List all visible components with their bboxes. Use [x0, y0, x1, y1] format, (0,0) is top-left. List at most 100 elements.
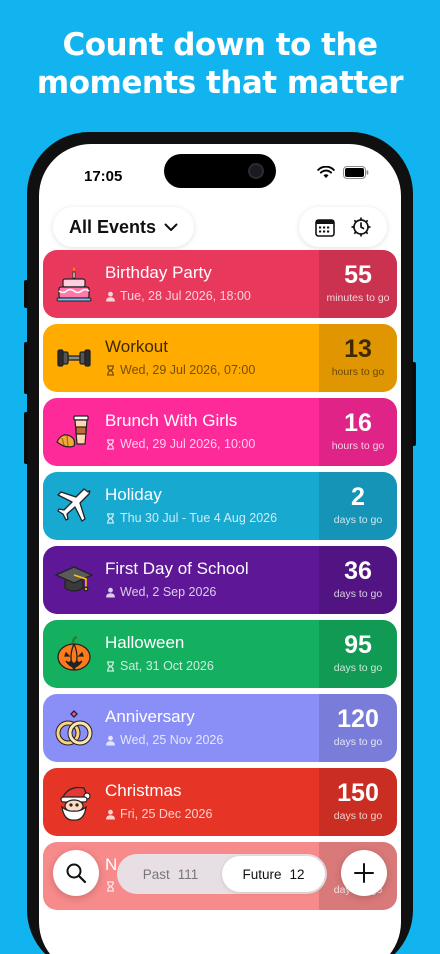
hourglass-icon — [105, 438, 116, 450]
search-icon — [66, 863, 87, 884]
marketing-headline: Count down to the moments that matter — [0, 26, 440, 102]
event-card-main: Holiday Thu 30 Jul - Tue 4 Aug 2026 — [43, 472, 319, 540]
airplane-icon — [53, 485, 95, 527]
event-card-main: Anniversary Wed, 25 Nov 2026 — [43, 694, 319, 762]
event-title: Holiday — [105, 485, 162, 504]
headline-line-1: Count down to the — [62, 27, 378, 63]
countdown-number: 36 — [344, 557, 372, 585]
countdown-unit: days to go — [333, 662, 383, 674]
countdown-panel: 120 days to go — [319, 694, 397, 762]
future-label: Future — [242, 866, 282, 882]
graduation-cap-icon — [53, 559, 95, 601]
countdown-panel: 150 days to go — [319, 768, 397, 836]
event-card[interactable]: Christmas Fri, 25 Dec 2026 150 days to go — [43, 768, 397, 836]
event-card[interactable]: Holiday Thu 30 Jul - Tue 4 Aug 2026 2 days … — [43, 472, 397, 540]
event-card[interactable]: Halloween Sat, 31 Oct 2026 95 days to go — [43, 620, 397, 688]
status-icons — [317, 166, 369, 179]
event-card[interactable]: Anniversary Wed, 25 Nov 2026 120 days to go — [43, 694, 397, 762]
cake-icon — [53, 263, 95, 305]
countdown-unit: minutes to go — [326, 292, 390, 304]
event-card[interactable]: Birthday Party Tue, 28 Jul 2026, 18:00 55 m… — [43, 250, 397, 318]
event-date-row: Tue, 28 Jul 2026, 18:00 — [105, 289, 251, 303]
event-title: Anniversary — [105, 707, 195, 726]
event-card[interactable]: Brunch With Girls Wed, 29 Jul 2026, 10:00… — [43, 398, 397, 466]
wifi-icon — [317, 166, 335, 178]
event-card[interactable]: Workout Wed, 29 Jul 2026, 07:00 13 hours to… — [43, 324, 397, 392]
past-label: Past — [142, 866, 170, 882]
countdown-number: 95 — [344, 631, 372, 659]
countdown-unit: hours to go — [331, 440, 385, 452]
event-date: Wed, 29 Jul 2026, 07:00 — [120, 363, 256, 377]
event-title: Halloween — [105, 633, 185, 652]
event-title: Birthday Party — [105, 263, 212, 282]
event-title: Workout — [105, 337, 168, 356]
plus-icon — [354, 863, 374, 883]
calendar-button[interactable] — [309, 211, 341, 243]
person-icon — [105, 291, 116, 302]
dynamic-island — [164, 154, 276, 188]
countdown-number: 16 — [344, 409, 372, 437]
chevron-down-icon — [164, 223, 178, 231]
event-title: First Day of School — [105, 559, 249, 578]
search-button[interactable] — [53, 850, 99, 896]
future-count: 12 — [289, 866, 305, 882]
hourglass-icon — [105, 512, 116, 524]
event-title: Christmas — [105, 781, 182, 800]
event-date-row: Thu 30 Jul - Tue 4 Aug 2026 — [105, 511, 277, 525]
event-card-main: Workout Wed, 29 Jul 2026, 07:00 — [43, 324, 319, 392]
event-date-row: Wed, 25 Nov 2026 — [105, 733, 223, 747]
event-date: Wed, 29 Jul 2026, 10:00 — [120, 437, 256, 451]
dumbbell-icon — [53, 337, 95, 379]
event-card-main: Birthday Party Tue, 28 Jul 2026, 18:00 — [43, 250, 319, 318]
countdown-panel: 13 hours to go — [319, 324, 397, 392]
filter-label: All Events — [69, 216, 157, 237]
status-time: 17:05 — [84, 168, 123, 185]
past-count: 111 — [177, 866, 199, 882]
calendar-icon — [315, 218, 335, 237]
headline-line-2: moments that matter — [36, 65, 404, 101]
power-button — [412, 362, 416, 446]
toolbar-pill — [299, 207, 387, 247]
event-date: Wed, 25 Nov 2026 — [120, 733, 224, 747]
countdown-panel: 16 hours to go — [319, 398, 397, 466]
person-icon — [105, 735, 116, 746]
events-filter-dropdown[interactable]: All Events — [53, 207, 195, 247]
countdown-unit: days to go — [333, 514, 383, 526]
event-date-row: Wed, 29 Jul 2026, 10:00 — [105, 437, 255, 451]
settings-button[interactable] — [345, 211, 377, 243]
hourglass-icon — [105, 364, 116, 376]
person-icon — [105, 587, 116, 598]
gear-clock-icon — [351, 217, 371, 237]
countdown-panel: 55 minutes to go — [319, 250, 397, 318]
countdown-unit: days to go — [333, 810, 383, 822]
volume-up-button — [24, 342, 28, 394]
event-card-main: First Day of School Wed, 2 Sep 2026 — [43, 546, 319, 614]
side-button — [24, 280, 28, 308]
countdown-number: 120 — [337, 705, 379, 733]
volume-down-button — [24, 412, 28, 464]
countdown-unit: hours to go — [331, 366, 385, 378]
pumpkin-icon — [53, 633, 95, 675]
countdown-unit: days to go — [333, 588, 383, 600]
event-date: Tue, 28 Jul 2026, 18:00 — [120, 289, 251, 303]
event-date-row: Wed, 2 Sep 2026 — [105, 585, 216, 599]
coffee-croissant-icon — [53, 411, 95, 453]
countdown-panel: 95 days to go — [319, 620, 397, 688]
past-tab[interactable]: Past 111 — [119, 856, 222, 892]
hourglass-icon — [105, 660, 116, 672]
battery-icon — [343, 166, 369, 179]
event-card-main: Christmas Fri, 25 Dec 2026 — [43, 768, 319, 836]
countdown-number: 2 — [351, 483, 365, 511]
santa-icon — [53, 781, 95, 823]
countdown-panel: 2 days to go — [319, 472, 397, 540]
event-date-row: Fri, 25 Dec 2026 — [105, 807, 212, 821]
add-event-button[interactable] — [341, 850, 387, 896]
event-card[interactable]: First Day of School Wed, 2 Sep 2026 36 days… — [43, 546, 397, 614]
event-title: Brunch With Girls — [105, 411, 238, 430]
event-date: Thu 30 Jul - Tue 4 Aug 2026 — [120, 511, 278, 525]
top-bar: All Events — [39, 200, 401, 252]
future-tab[interactable]: Future 12 — [222, 856, 325, 892]
person-icon — [105, 809, 116, 820]
event-date-row: Sat, 31 Oct 2026 — [105, 659, 214, 673]
app-screen: 17:05 All Events Birthday Party Tue, 28 … — [39, 144, 401, 954]
